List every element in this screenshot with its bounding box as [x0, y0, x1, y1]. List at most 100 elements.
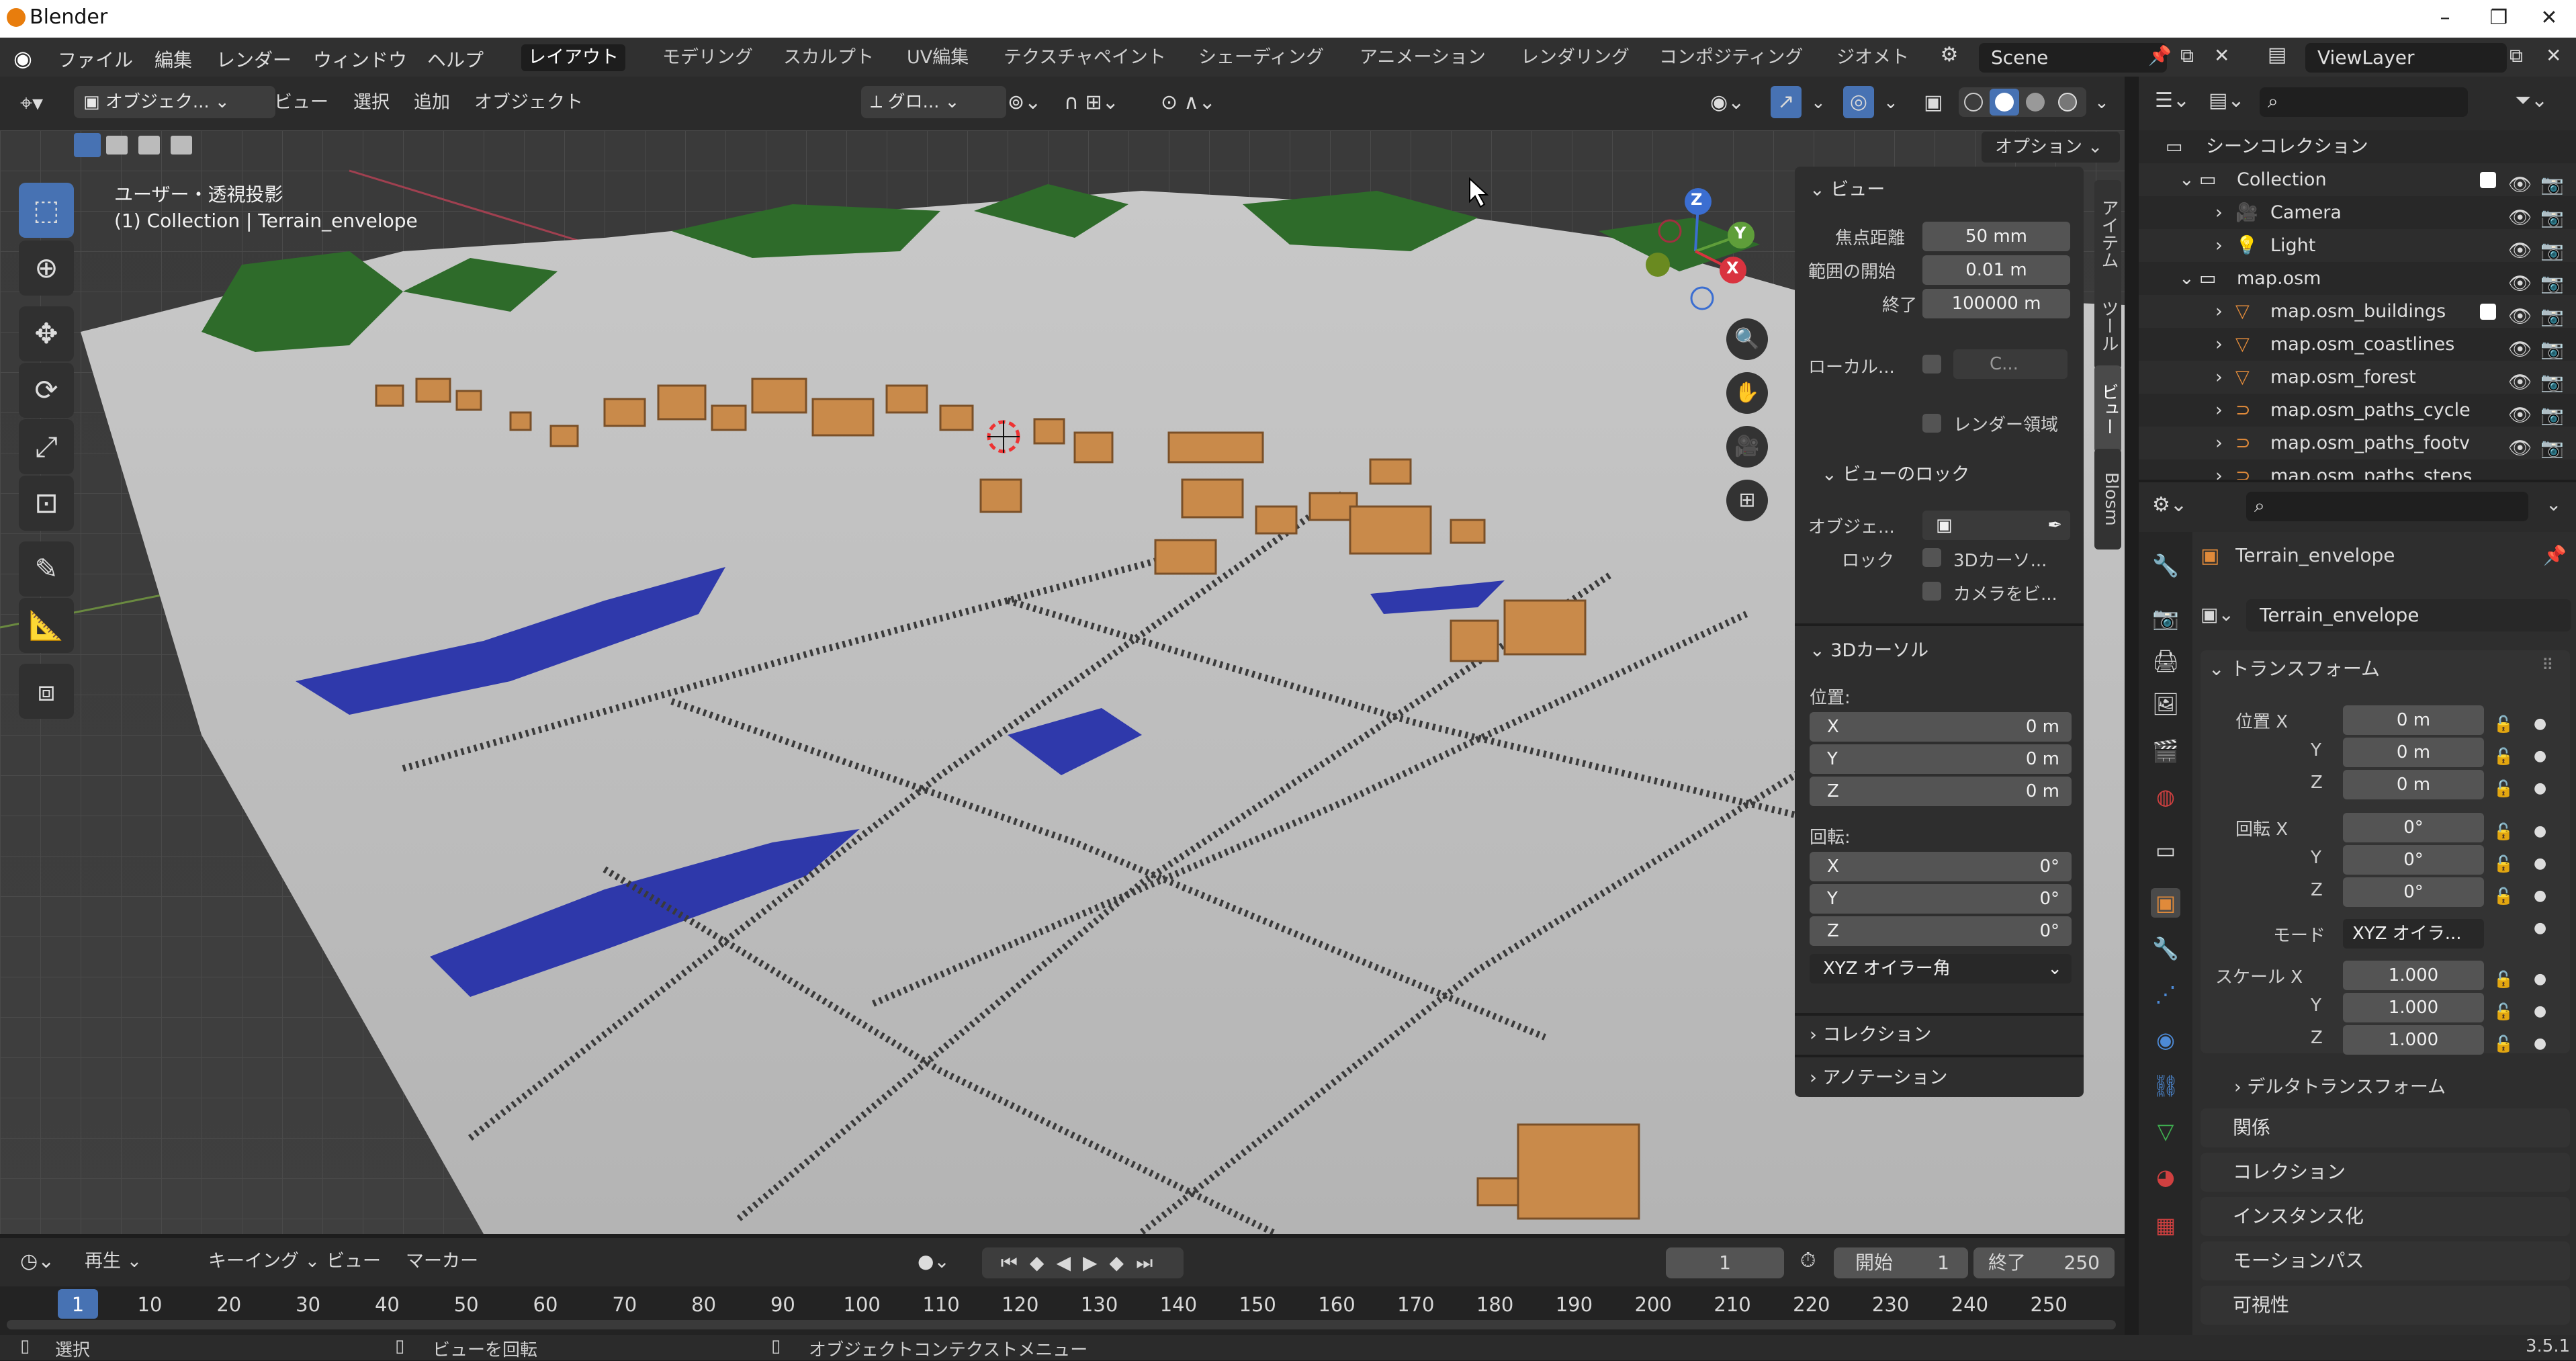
constraints-properties-icon[interactable]: ⛓	[2151, 1071, 2180, 1100]
view-layer-field[interactable]: ViewLayer	[2305, 43, 2507, 73]
move-tool[interactable]: ✥	[19, 306, 74, 361]
location-y-field[interactable]: 0 m	[2343, 738, 2484, 767]
cursor-rotation-y[interactable]: Y 0°	[1810, 884, 2072, 914]
tab-rendering[interactable]: レンダリング	[1514, 44, 1636, 71]
solid-shading-button[interactable]	[1990, 89, 2019, 116]
view-panel-header[interactable]: ⌄ ビュー	[1795, 173, 2084, 207]
play-icon[interactable]: ▶	[1083, 1252, 1110, 1274]
lock-3d-cursor-checkbox[interactable]	[1922, 548, 1941, 567]
pin-scene-icon[interactable]: 📌	[2148, 44, 2172, 67]
lock-object-field[interactable]: ▣ ✒	[1922, 511, 2070, 540]
menu-render[interactable]: レンダー	[216, 46, 292, 73]
properties-editor-icon[interactable]: ⚙⌄	[2152, 493, 2187, 517]
xray-icon[interactable]: ▣	[1917, 87, 1949, 118]
clip-start-field[interactable]: 0.01 m	[1922, 255, 2070, 285]
scale-z-field[interactable]: 1.000	[2343, 1025, 2484, 1055]
focal-length-field[interactable]: 50 mm	[1922, 222, 2070, 251]
display-mode-icon[interactable]: ▤⌄	[2209, 89, 2244, 112]
cursor-rotation-z[interactable]: Z 0°	[1810, 916, 2072, 946]
chevron-down-icon[interactable]: ⌄	[2546, 493, 2561, 515]
view-layer-icon[interactable]: ▤	[2257, 43, 2297, 73]
overlays-dropdown-icon[interactable]: ⌄	[1877, 87, 1905, 118]
play-reverse-icon[interactable]: ◀	[1056, 1252, 1083, 1274]
tab-modeling[interactable]: モデリング	[656, 44, 760, 71]
cursor-tool[interactable]: ⊕	[19, 240, 74, 296]
timeline-ruler[interactable]: 1 10 20 30 40 50 60 70 80 90 100 110 120 130 140 150 160…	[0, 1286, 2125, 1335]
tab-geometry-nodes[interactable]: ジオメト	[1830, 44, 1916, 71]
lock-camera-checkbox[interactable]	[1922, 582, 1941, 601]
local-camera-checkbox[interactable]	[1922, 355, 1941, 374]
add-cube-tool[interactable]: ⧈	[19, 664, 74, 719]
measure-tool[interactable]: 📐	[19, 598, 74, 653]
keyframe-dot-icon[interactable]: ● ● ●	[2534, 708, 2546, 805]
marker-menu[interactable]: マーカー	[399, 1246, 485, 1277]
close-button[interactable]: ✕	[2522, 3, 2576, 34]
menu-select[interactable]: 選択	[347, 87, 396, 118]
eye-icon[interactable]: 👁 👁 👁 👁 👁 👁 👁 👁 👁	[2508, 168, 2532, 464]
modifier-properties-icon[interactable]: 🔧	[2151, 934, 2180, 963]
menu-file[interactable]: ファイル	[58, 46, 133, 73]
exclude-checkbox[interactable]	[2480, 304, 2496, 320]
keyframe-dot-icon[interactable]: ● ● ●	[2534, 963, 2546, 1060]
location-x-field[interactable]: 0 m	[2343, 705, 2484, 735]
collection-properties-icon[interactable]: ▭	[2151, 836, 2180, 865]
transform-tool[interactable]: ⊡	[19, 476, 74, 531]
particles-properties-icon[interactable]: ⋰	[2151, 979, 2180, 1009]
delta-transform-header[interactable]: › デルタトランスフォーム	[2234, 1072, 2446, 1098]
tab-shading[interactable]: シェーディング	[1192, 44, 1331, 71]
tab-texture-paint[interactable]: テクスチャペイント	[997, 44, 1173, 71]
wireframe-shading-icon[interactable]	[1964, 93, 1983, 112]
material-shading-icon[interactable]	[2026, 93, 2045, 112]
tab-item[interactable]: アイテム	[2094, 180, 2121, 288]
tab-animation[interactable]: アニメーション	[1353, 44, 1493, 71]
pin-icon[interactable]: 📌	[2543, 544, 2567, 566]
render-properties-icon[interactable]: 📷	[2151, 603, 2180, 633]
local-camera-field[interactable]: C...	[1953, 349, 2068, 379]
menu-help[interactable]: ヘルプ	[427, 46, 484, 73]
view-lock-header[interactable]: ⌄ ビューのロック	[1822, 458, 2077, 492]
select-invert-icon[interactable]	[171, 136, 192, 155]
output-properties-icon[interactable]: 🖨	[2151, 646, 2180, 676]
clip-end-field[interactable]: 100000 m	[1922, 289, 2070, 318]
collection-panel-header[interactable]: › コレクション	[1795, 1018, 2084, 1052]
shading-dropdown-icon[interactable]: ⌄	[2088, 87, 2116, 118]
location-z-field[interactable]: 0 m	[2343, 770, 2484, 799]
gizmo-dropdown-icon[interactable]: ⌄	[1804, 87, 1832, 118]
ortho-toggle-icon[interactable]: ⊞	[1726, 480, 1768, 521]
scene-name-field[interactable]: Scene	[1979, 43, 2167, 73]
editor-type-icon[interactable]: ⌖▾	[13, 87, 50, 118]
lock-icon[interactable]: 🔓 🔓 🔓	[2493, 963, 2514, 1060]
timeline-scrollbar[interactable]	[7, 1320, 2116, 1329]
tab-view[interactable]: ビュー	[2094, 365, 2121, 453]
new-view-layer-icon[interactable]: ⧉	[2510, 44, 2523, 67]
relations-panel-header[interactable]: 関係	[2201, 1108, 2570, 1147]
outliner-editor-icon[interactable]: ☰⌄	[2155, 89, 2190, 112]
jump-end-icon[interactable]: ⏭	[1136, 1252, 1165, 1274]
tab-blosm[interactable]: Blosm	[2094, 449, 2121, 550]
record-keyframe-icon[interactable]: ●⌄	[911, 1246, 957, 1277]
tab-tool[interactable]: ツール	[2094, 282, 2121, 369]
object-type-icon[interactable]: ▣⌄	[2201, 603, 2234, 625]
timeline-view-menu[interactable]: ビュー	[320, 1246, 388, 1277]
pan-hand-icon[interactable]: ✋	[1726, 372, 1768, 414]
rotation-y-field[interactable]: 0°	[2343, 845, 2484, 875]
tool-settings-icon[interactable]: 🔧	[2151, 551, 2180, 580]
tab-uv-editing[interactable]: UV編集	[900, 44, 975, 71]
new-scene-icon[interactable]: ⧉	[2180, 44, 2194, 67]
annotate-tool[interactable]: ✎	[19, 541, 74, 597]
tab-layout[interactable]: レイアウト	[521, 44, 625, 71]
outliner-search-input[interactable]: ⌕	[2260, 87, 2468, 117]
rotation-mode-dropdown[interactable]: XYZ オイラー角 ⌄	[1810, 954, 2072, 983]
3d-cursor-panel-header[interactable]: ⌄ 3Dカーソル	[1795, 634, 2084, 668]
options-dropdown[interactable]: オプション ⌄	[1982, 132, 2120, 163]
minimize-button[interactable]: –	[2418, 3, 2472, 34]
tab-sculpt[interactable]: スカルプト	[776, 44, 881, 71]
scale-x-field[interactable]: 1.000	[2343, 961, 2484, 990]
rotation-mode-dropdown[interactable]: XYZ オイラ...	[2343, 919, 2484, 949]
motion-paths-panel-header[interactable]: モーションパス	[2201, 1241, 2570, 1280]
select-new-icon[interactable]	[74, 133, 101, 157]
object-properties-icon[interactable]: ▣	[2151, 888, 2180, 918]
stopwatch-icon[interactable]: ⏱	[1800, 1249, 1816, 1272]
lock-icon[interactable]: 🔓 🔓 🔓	[2493, 816, 2514, 912]
scale-tool[interactable]: ⤢	[19, 419, 74, 474]
